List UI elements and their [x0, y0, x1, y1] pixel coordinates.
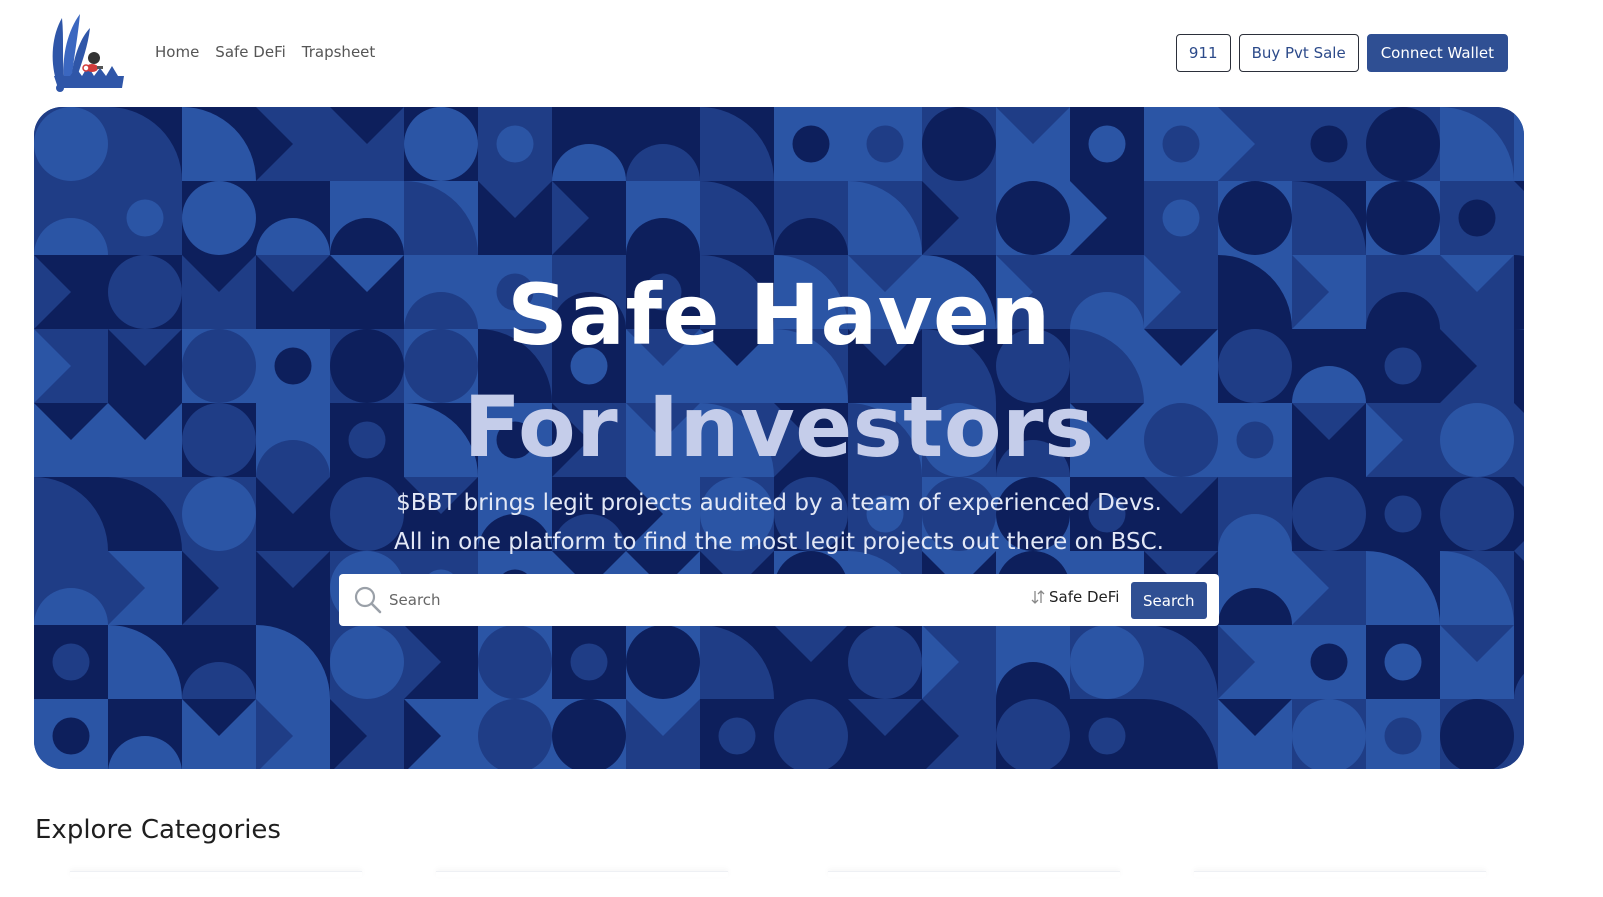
nav-safe-defi[interactable]: Safe DeFi — [215, 43, 285, 61]
category-card[interactable] — [828, 871, 1120, 877]
hero-title-line2: For Investors — [463, 378, 1095, 476]
search-bar: Safe DeFi Search — [339, 574, 1219, 626]
connect-wallet-button[interactable]: Connect Wallet — [1366, 34, 1508, 72]
trap-logo-icon[interactable] — [48, 10, 130, 94]
emergency-911-button[interactable]: 911 — [1175, 34, 1231, 72]
hero-content: Safe Haven For Investors $BBT brings leg… — [34, 107, 1524, 769]
category-cards — [70, 871, 1490, 881]
hero-subtitle-line2: All in one platform to find the most leg… — [394, 529, 1164, 555]
search-input[interactable] — [387, 583, 1007, 617]
category-filter-value: Safe DeFi — [1049, 588, 1120, 606]
nav-trapsheet[interactable]: Trapsheet — [302, 43, 376, 61]
site-header: Home Safe DeFi Trapsheet 911 Buy Pvt Sal… — [0, 0, 1603, 108]
sort-arrows-icon — [1031, 590, 1045, 604]
category-filter-select[interactable]: Safe DeFi — [1031, 588, 1119, 606]
category-card[interactable] — [1194, 871, 1486, 877]
header-actions: 911 Buy Pvt Sale Connect Wallet — [1175, 34, 1508, 72]
hero-title-line1: Safe Haven — [507, 266, 1051, 364]
main-nav: Home Safe DeFi Trapsheet — [155, 43, 375, 61]
explore-categories-title: Explore Categories — [35, 815, 281, 845]
search-button[interactable]: Search — [1131, 582, 1207, 619]
category-card[interactable] — [70, 871, 362, 877]
nav-home[interactable]: Home — [155, 43, 199, 61]
buy-pvt-sale-button[interactable]: Buy Pvt Sale — [1238, 34, 1359, 72]
category-card[interactable] — [436, 871, 728, 877]
hero-subtitle-line1: $BBT brings legit projects audited by a … — [396, 490, 1162, 516]
search-icon — [354, 586, 382, 614]
hero-banner: Safe Haven For Investors $BBT brings leg… — [34, 107, 1524, 769]
